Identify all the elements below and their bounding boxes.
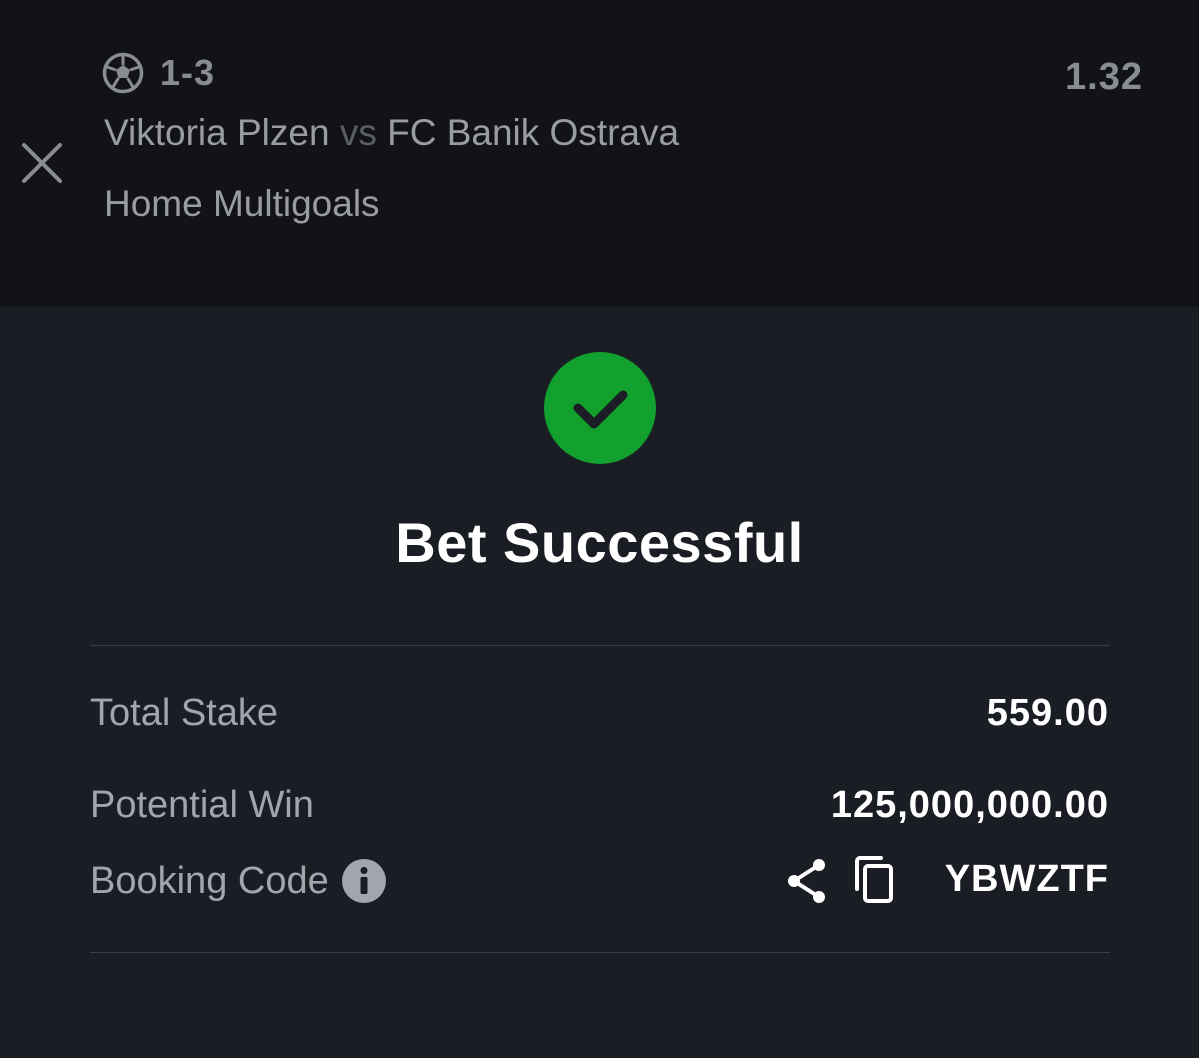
potential-win-value: 125,000,000.00 [830, 784, 1109, 826]
copy-button[interactable] [853, 855, 897, 905]
bet-confirmation-screen: 1-3 1.32 Viktoria Plzen vs FC Banik Ostr… [0, 0, 1199, 1058]
match-teams: Viktoria Plzen vs FC Banik Ostrava [104, 112, 679, 154]
booking-code-row-label: Booking Code [90, 858, 387, 904]
booking-code-value[interactable]: YBWZTF [945, 858, 1109, 901]
home-team: Viktoria Plzen [104, 112, 330, 153]
copy-icon [855, 856, 893, 903]
match-score: 1-3 [160, 52, 216, 93]
close-icon [22, 143, 62, 183]
total-stake-label: Total Stake [90, 692, 278, 734]
away-team: FC Banik Ostrava [387, 112, 680, 153]
potential-win-label: Potential Win [90, 784, 314, 826]
soccer-ball-icon [102, 52, 144, 94]
check-circle-icon [544, 352, 656, 464]
success-title: Bet Successful [395, 511, 804, 574]
score-row: 1-3 [102, 52, 215, 94]
divider-bottom [90, 952, 1110, 953]
vs-separator: vs [339, 112, 377, 153]
bet-market: Home Multigoals [104, 183, 380, 224]
info-icon [341, 859, 386, 903]
success-check-icon [544, 352, 656, 464]
booking-code-label: Booking Code [90, 859, 329, 902]
selection-odds: 1.32 [1065, 56, 1143, 98]
info-button[interactable] [341, 858, 387, 904]
total-stake-value: 559.00 [986, 692, 1109, 734]
share-button[interactable] [784, 856, 830, 906]
share-icon [788, 859, 825, 903]
close-button[interactable] [18, 139, 66, 187]
bet-selection-card: 1-3 1.32 Viktoria Plzen vs FC Banik Ostr… [0, 0, 1199, 307]
divider-top [90, 645, 1110, 646]
